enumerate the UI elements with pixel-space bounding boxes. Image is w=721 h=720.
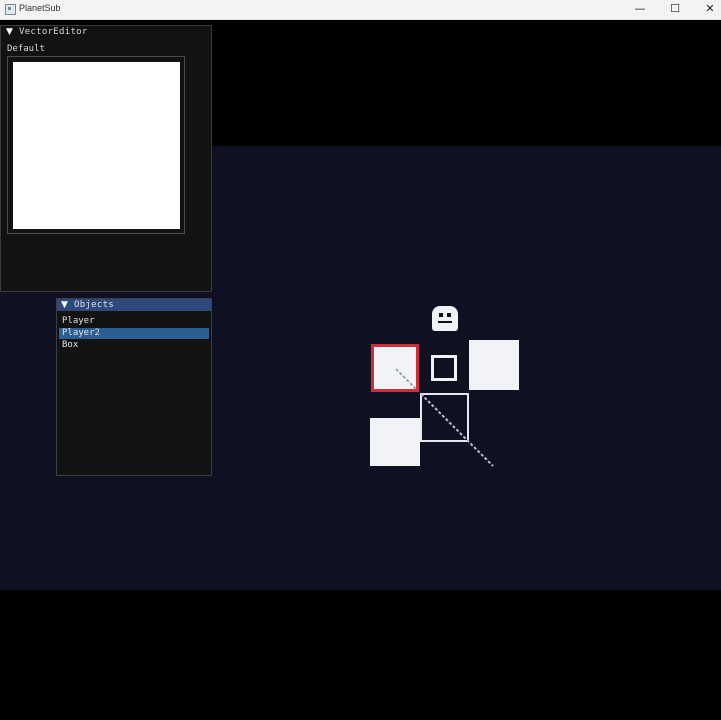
object-item-player[interactable]: Player <box>59 316 209 327</box>
vector-canvas-frame <box>7 56 185 234</box>
objects-title: Objects <box>74 300 115 310</box>
close-button[interactable]: ✕ <box>694 0 721 19</box>
vector-editor-title: VectorEditor <box>19 27 88 37</box>
vector-editor-label: Default <box>7 44 45 54</box>
window-titlebar: PlanetSub — ☐ ✕ <box>0 0 721 20</box>
object-item-box[interactable]: Box <box>59 340 209 351</box>
objects-header[interactable]: ▼ Objects <box>57 299 211 311</box>
minimize-button[interactable]: — <box>624 0 656 19</box>
outline-box-object[interactable] <box>420 393 469 442</box>
objects-panel: ▼ Objects Player Player2 Box <box>56 298 212 476</box>
selected-object[interactable] <box>371 344 419 392</box>
mouth <box>438 321 452 323</box>
maximize-button[interactable]: ☐ <box>659 0 691 19</box>
collapse-arrow-icon[interactable]: ▼ <box>6 26 13 39</box>
vector-canvas[interactable] <box>13 62 180 229</box>
window-title: PlanetSub <box>19 3 61 13</box>
eye-left <box>439 313 443 317</box>
box-object[interactable] <box>370 418 420 466</box>
app-icon <box>5 4 16 15</box>
hollow-square-object[interactable] <box>431 355 457 381</box>
player-face-sprite[interactable] <box>432 306 458 331</box>
eye-right <box>447 313 451 317</box>
vector-editor-header[interactable]: ▼ VectorEditor <box>1 26 211 39</box>
collapse-arrow-icon[interactable]: ▼ <box>61 299 68 312</box>
box-object[interactable] <box>469 340 519 390</box>
vector-editor-panel: ▼ VectorEditor Default <box>0 25 212 292</box>
object-item-player2[interactable]: Player2 <box>59 328 209 339</box>
